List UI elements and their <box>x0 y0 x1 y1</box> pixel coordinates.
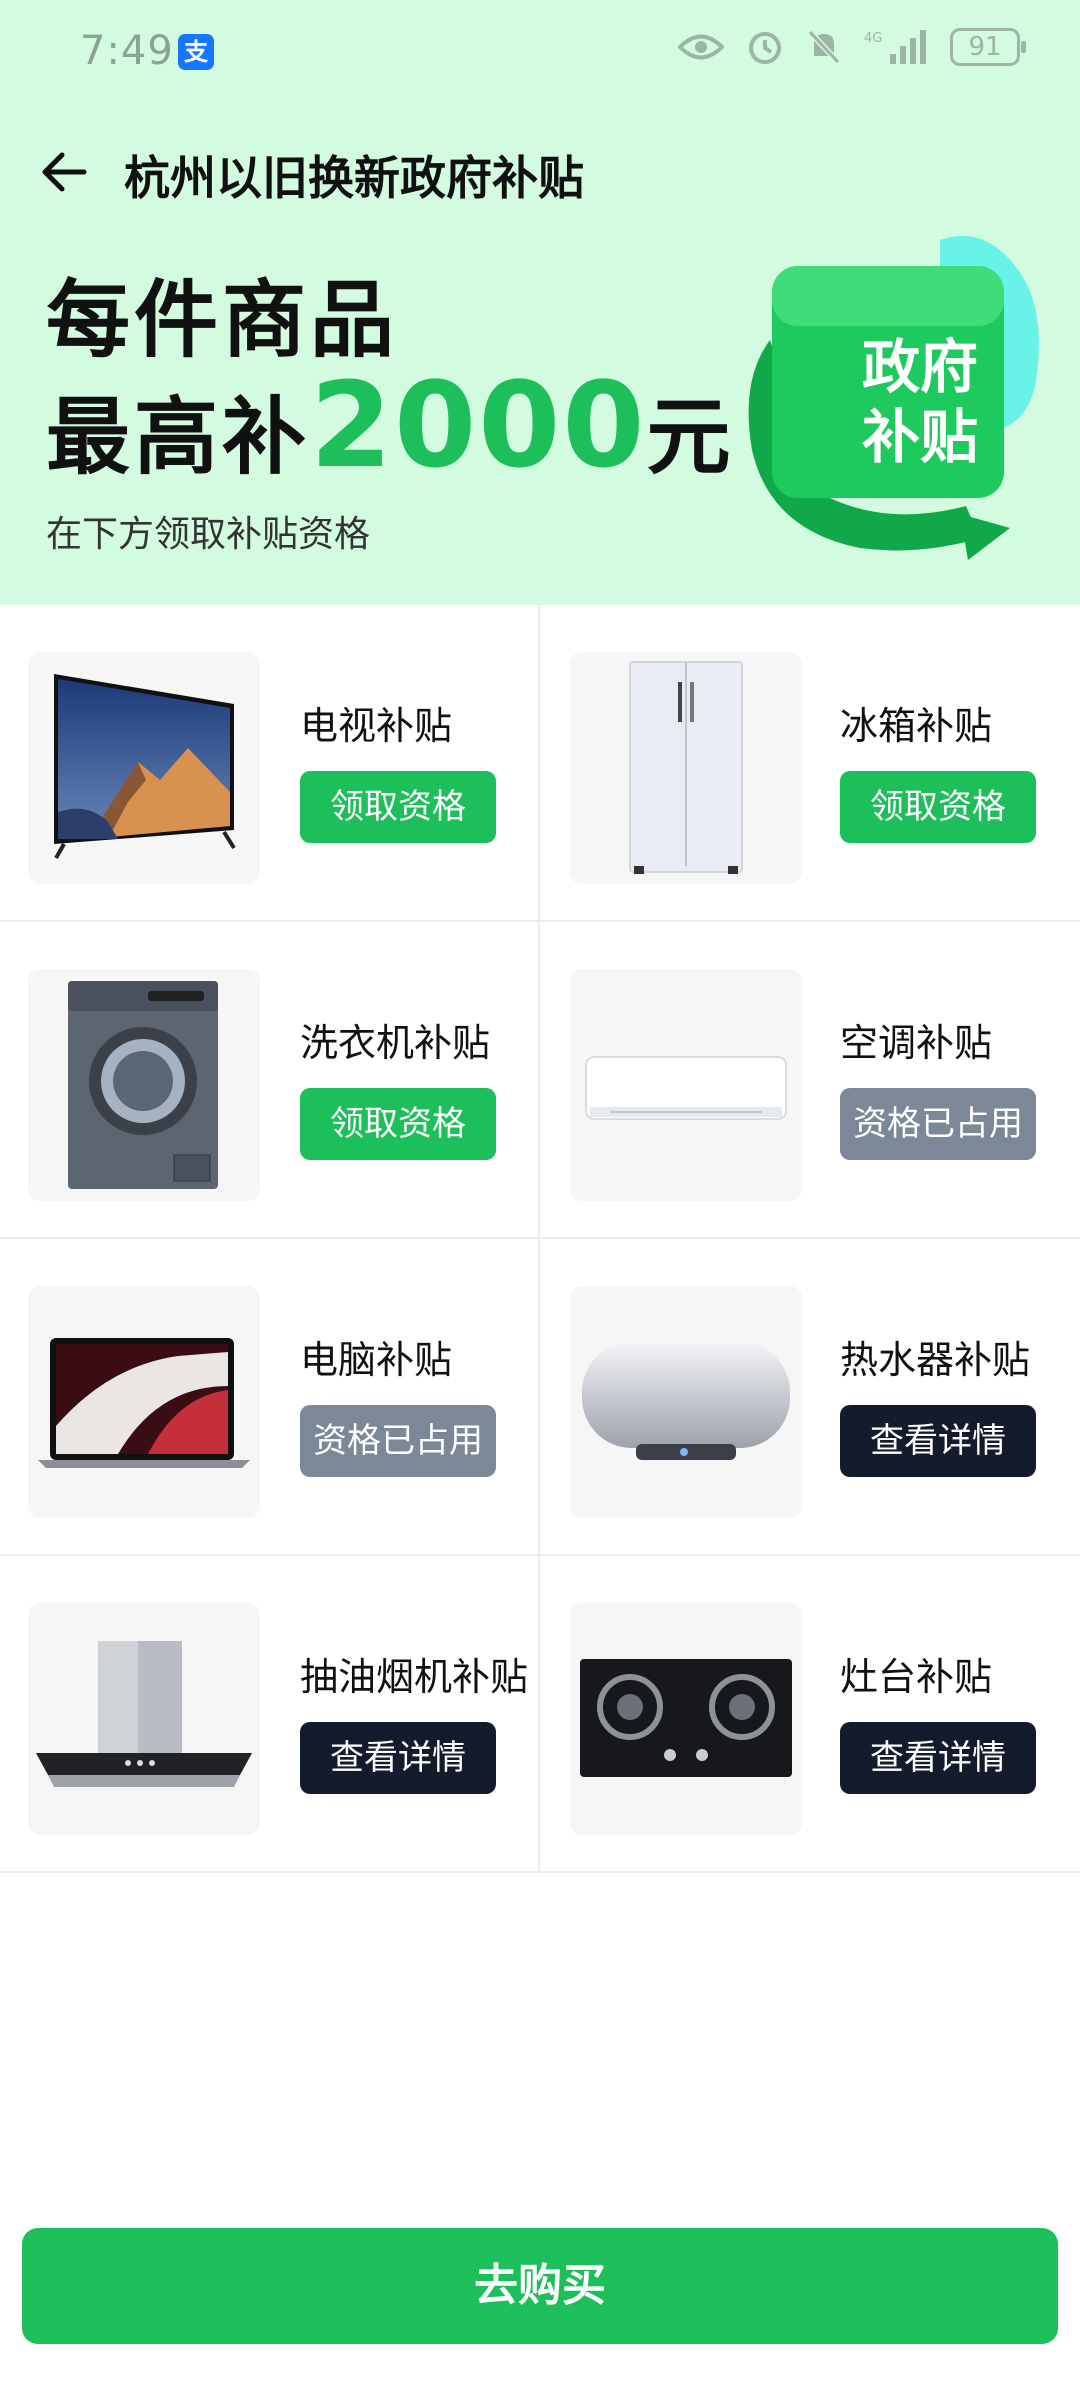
item-title: 电脑补贴 <box>300 1338 453 1382</box>
promo-subtitle: 在下方领取补贴资格 <box>46 514 371 555</box>
range-hood-image <box>28 1603 260 1835</box>
promo-headline: 每件商品 <box>46 271 399 369</box>
signal-icon: 4G <box>864 28 928 66</box>
status-time: 7:49 <box>80 28 174 74</box>
promo-amount: 2000 <box>310 356 647 494</box>
claim-button[interactable]: 领取资格 <box>300 1088 496 1160</box>
hero-banner: 7:49 支 4G 91 杭州以旧换新政府补贴 每件商品 最高补2000元 在下… <box>0 0 1080 605</box>
mute-icon <box>806 28 842 66</box>
item-title: 洗衣机补贴 <box>300 1021 491 1065</box>
laptop-image <box>28 1286 260 1518</box>
item-title: 热水器补贴 <box>840 1338 1031 1382</box>
claim-button[interactable]: 领取资格 <box>300 771 496 843</box>
grid-row: 电脑补贴 资格已占用 热水器补贴 查看详情 <box>0 1239 1080 1556</box>
grid-row: 抽油烟机补贴 查看详情 灶台补贴 查看详情 <box>0 1556 1080 1873</box>
view-details-button[interactable]: 查看详情 <box>840 1722 1036 1794</box>
item-title: 灶台补贴 <box>840 1655 993 1699</box>
subsidy-card-tv[interactable]: 电视补贴 领取资格 <box>0 605 540 920</box>
grid-row: 电视补贴 领取资格 冰箱补贴 领取资格 <box>0 605 1080 922</box>
qualification-occupied-button[interactable]: 资格已占用 <box>840 1088 1036 1160</box>
item-title: 抽油烟机补贴 <box>300 1655 529 1699</box>
government-subsidy-badge: 政府 补贴 <box>730 230 1050 560</box>
battery-icon: 91 <box>950 28 1026 66</box>
subsidy-card-stove[interactable]: 灶台补贴 查看详情 <box>540 1556 1080 1871</box>
subsidy-card-range-hood[interactable]: 抽油烟机补贴 查看详情 <box>0 1556 540 1871</box>
back-arrow-icon[interactable] <box>36 144 92 200</box>
view-details-button[interactable]: 查看详情 <box>840 1405 1036 1477</box>
status-bar: 7:49 支 4G 91 <box>0 0 1080 105</box>
subsidy-card-computer[interactable]: 电脑补贴 资格已占用 <box>0 1239 540 1554</box>
alarm-icon <box>746 28 784 66</box>
eye-icon <box>678 32 724 62</box>
item-title: 冰箱补贴 <box>840 704 993 748</box>
network-type: 4G <box>864 31 882 46</box>
status-icons: 4G 91 <box>678 28 1026 66</box>
badge-line-2: 补贴 <box>861 403 978 471</box>
washer-image <box>28 969 260 1201</box>
fridge-image <box>570 652 802 884</box>
badge-label: 政府 补贴 <box>820 332 1020 472</box>
grid-row: 洗衣机补贴 领取资格 空调补贴 资格已占用 <box>0 922 1080 1239</box>
qualification-occupied-button[interactable]: 资格已占用 <box>300 1405 496 1477</box>
subsidy-card-washer[interactable]: 洗衣机补贴 领取资格 <box>0 922 540 1237</box>
item-title: 空调补贴 <box>840 1021 993 1065</box>
subsidy-grid: 电视补贴 领取资格 冰箱补贴 领取资格 洗衣机补贴 领取资格 空调补贴 资格已占… <box>0 605 1080 1873</box>
promo-prefix: 最高补 <box>46 388 311 486</box>
subsidy-card-fridge[interactable]: 冰箱补贴 领取资格 <box>540 605 1080 920</box>
badge-line-1: 政府 <box>861 333 978 401</box>
tv-image <box>28 652 260 884</box>
nav-bar: 杭州以旧换新政府补贴 <box>0 120 1080 220</box>
alipay-icon: 支 <box>178 34 214 70</box>
promo-unit: 元 <box>646 388 735 486</box>
subsidy-card-air-conditioner[interactable]: 空调补贴 资格已占用 <box>540 922 1080 1237</box>
promo-max-subsidy: 最高补2000元 <box>46 366 735 492</box>
claim-button[interactable]: 领取资格 <box>840 771 1036 843</box>
item-title: 电视补贴 <box>300 704 453 748</box>
view-details-button[interactable]: 查看详情 <box>300 1722 496 1794</box>
page-title: 杭州以旧换新政府补贴 <box>124 151 584 205</box>
page: 7:49 支 4G 91 杭州以旧换新政府补贴 每件商品 最高补2000元 在下… <box>0 0 1080 2390</box>
air-conditioner-image <box>570 969 802 1201</box>
water-heater-image <box>570 1286 802 1518</box>
go-buy-button[interactable]: 去购买 <box>22 2228 1058 2344</box>
gas-stove-image <box>570 1603 802 1835</box>
subsidy-card-water-heater[interactable]: 热水器补贴 查看详情 <box>540 1239 1080 1554</box>
